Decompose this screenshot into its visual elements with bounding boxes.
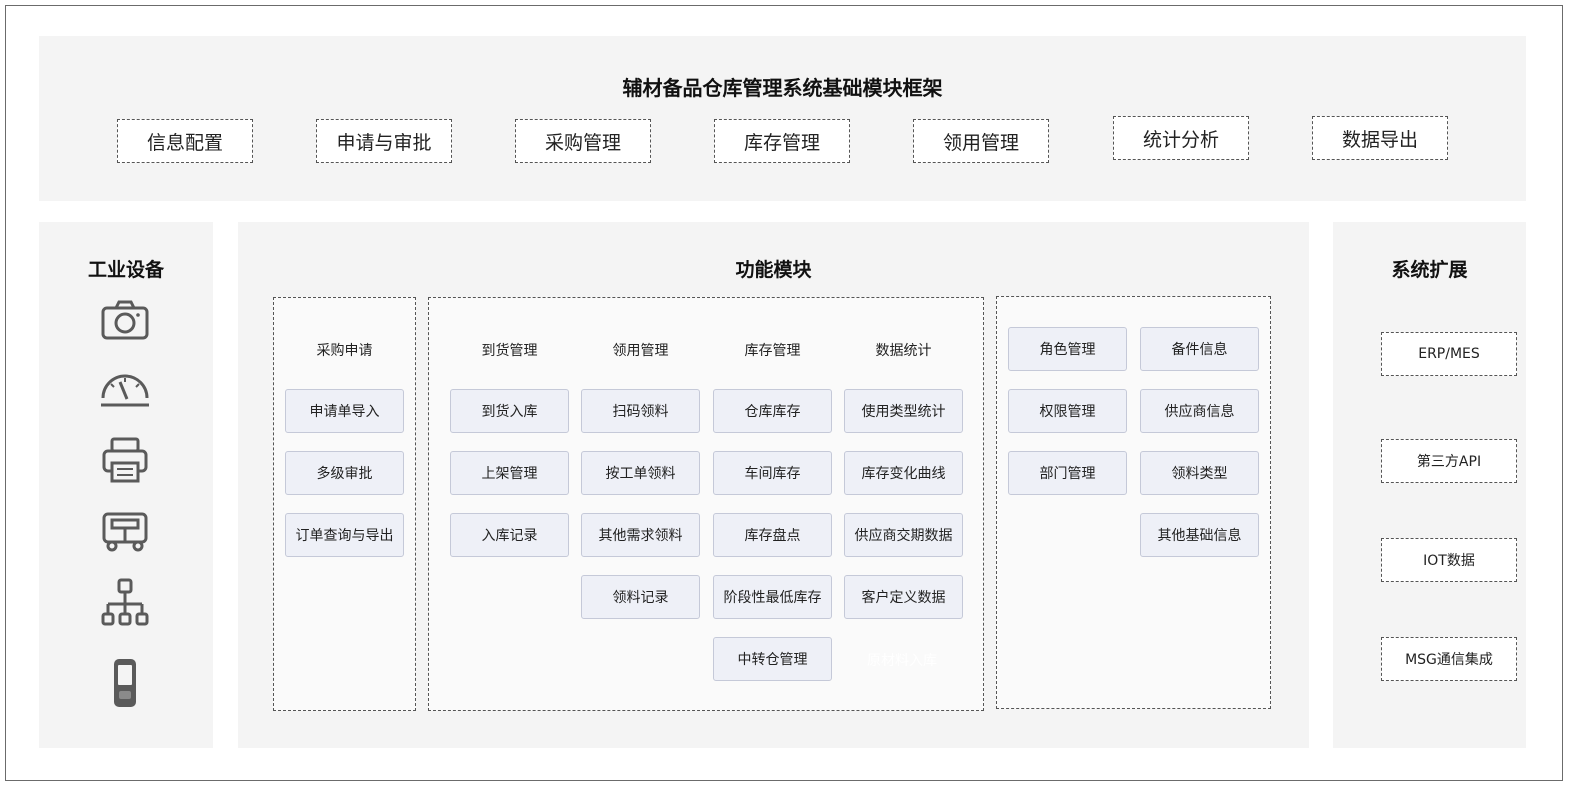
system-extension-title: 系统扩展 (1391, 259, 1468, 281)
requisition-item-scan[interactable]: 扫码领料 (581, 389, 700, 433)
statistics-item-stock-curve[interactable]: 库存变化曲线 (844, 451, 963, 495)
base-item-permissions[interactable]: 权限管理 (1008, 389, 1127, 433)
arrival-item-receiving[interactable]: 到货入库 (450, 389, 569, 433)
module-inventory[interactable]: 库存管理 (714, 119, 850, 163)
column-heading-statistics: 数据统计 (875, 343, 932, 359)
statistics-item-usage-type[interactable]: 使用类型统计 (844, 389, 963, 433)
statistics-item-raw-material-ghost: 原材料入库 (867, 653, 937, 669)
purchase-item-approval[interactable]: 多级审批 (285, 451, 404, 495)
inventory-item-stocktake[interactable]: 库存盘点 (713, 513, 832, 557)
page-title: 辅材备品仓库管理系统基础模块框架 (622, 76, 943, 100)
base-item-departments[interactable]: 部门管理 (1008, 451, 1127, 495)
extension-msg-integration[interactable]: MSG通信集成 (1381, 637, 1517, 681)
module-data-export[interactable]: 数据导出 (1312, 116, 1448, 160)
base-item-suppliers[interactable]: 供应商信息 (1140, 389, 1259, 433)
arrival-item-shelving[interactable]: 上架管理 (450, 451, 569, 495)
purchase-item-order-query[interactable]: 订单查询与导出 (285, 513, 404, 557)
purchase-item-import[interactable]: 申请单导入 (285, 389, 404, 433)
arrival-item-records[interactable]: 入库记录 (450, 513, 569, 557)
function-module-title: 功能模块 (735, 259, 812, 281)
column-heading-requisition: 领用管理 (612, 343, 669, 359)
inventory-item-min-stock[interactable]: 阶段性最低库存 (713, 575, 832, 619)
org-chart-icon (97, 576, 153, 632)
requisition-item-other[interactable]: 其他需求领料 (581, 513, 700, 557)
base-item-requisition-types[interactable]: 领料类型 (1140, 451, 1259, 495)
extension-iot-data[interactable]: IOT数据 (1381, 538, 1517, 582)
statistics-item-custom-data[interactable]: 客户定义数据 (844, 575, 963, 619)
base-item-roles[interactable]: 角色管理 (1008, 327, 1127, 371)
column-heading-arrival: 到货管理 (481, 343, 538, 359)
base-item-other-info[interactable]: 其他基础信息 (1140, 513, 1259, 557)
extension-erp-mes[interactable]: ERP/MES (1381, 332, 1517, 376)
module-requisition[interactable]: 领用管理 (913, 119, 1049, 163)
module-info-config[interactable]: 信息配置 (117, 119, 253, 163)
module-apply-approve[interactable]: 申请与审批 (316, 119, 452, 163)
inventory-item-workshop[interactable]: 车间库存 (713, 451, 832, 495)
module-statistics[interactable]: 统计分析 (1113, 116, 1249, 160)
handheld-scanner-icon (97, 656, 153, 712)
gauge-icon (97, 358, 153, 414)
extension-third-party-api[interactable]: 第三方API (1381, 439, 1517, 483)
industrial-equipment-title: 工业设备 (87, 259, 164, 281)
printer-icon (97, 432, 153, 488)
camera-icon (97, 292, 153, 348)
statistics-item-supplier-lead[interactable]: 供应商交期数据 (844, 513, 963, 557)
inventory-item-warehouse[interactable]: 仓库库存 (713, 389, 832, 433)
column-heading-inventory: 库存管理 (744, 343, 801, 359)
base-item-spare-parts[interactable]: 备件信息 (1140, 327, 1259, 371)
purchase-group-heading: 采购申请 (316, 343, 373, 359)
inventory-item-transfer[interactable]: 中转仓管理 (713, 637, 832, 681)
requisition-item-work-order[interactable]: 按工单领料 (581, 451, 700, 495)
vehicle-icon (97, 502, 153, 558)
requisition-item-records[interactable]: 领料记录 (581, 575, 700, 619)
module-purchase[interactable]: 采购管理 (515, 119, 651, 163)
